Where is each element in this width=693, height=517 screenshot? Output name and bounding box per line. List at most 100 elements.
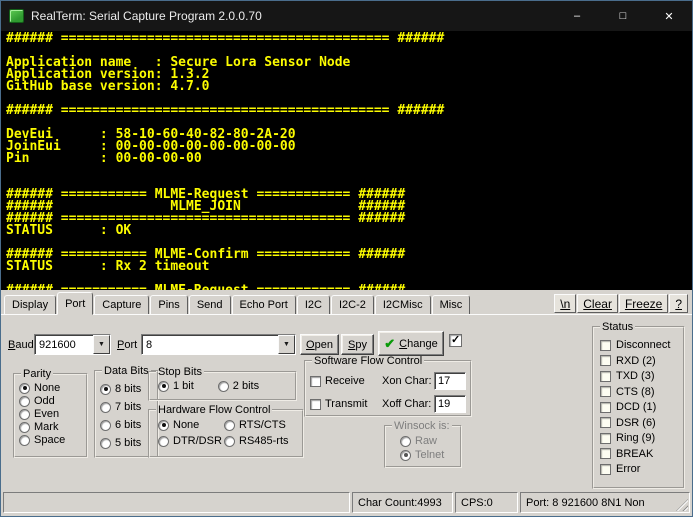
radio-indicator [400, 436, 411, 447]
tab-display[interactable]: Display [4, 295, 56, 314]
stop-bits-legend: Stop Bits [156, 366, 204, 378]
clear-button[interactable]: Clear [577, 294, 618, 313]
change-button-label: Change [399, 338, 438, 350]
status-item-break: BREAK [600, 448, 679, 460]
radio-indicator [19, 396, 30, 407]
status-item-label: DSR (6) [616, 417, 656, 429]
parity-mark-radio[interactable]: Mark [19, 421, 82, 433]
parity-odd-radio[interactable]: Odd [19, 395, 82, 407]
tab-port[interactable]: Port [57, 292, 93, 315]
option-label: Telnet [415, 449, 444, 461]
stop-bits-1-radio[interactable]: 1 bit [158, 380, 194, 392]
status-item-txd: TXD (3) [600, 370, 679, 382]
winsock-raw-radio[interactable]: Raw [400, 435, 456, 447]
open-button[interactable]: Open [300, 334, 339, 355]
tab-misc[interactable]: Misc [432, 295, 471, 314]
xon-char-label: Xon Char: [382, 375, 434, 387]
hw-flow-rs485-radio[interactable]: RS485-rts [224, 435, 298, 447]
radio-indicator [19, 383, 30, 394]
status-legend: Status [600, 321, 635, 333]
stop-bits-options: 1 bit 2 bits [154, 379, 291, 392]
tab-echo-port[interactable]: Echo Port [232, 295, 296, 314]
status-item-disconnect: Disconnect [600, 339, 679, 351]
option-label: None [34, 382, 60, 394]
baud-label: Baud [8, 339, 34, 351]
status-item-ring: Ring (9) [600, 432, 679, 444]
transmit-checkbox[interactable]: Transmit [310, 398, 382, 410]
port-value: 8 [142, 335, 278, 354]
status-item-label: Error [616, 463, 640, 475]
status-item-label: Disconnect [616, 339, 670, 351]
tab-capture[interactable]: Capture [94, 295, 149, 314]
data-bits-5-radio[interactable]: 5 bits [100, 437, 153, 449]
radio-indicator [400, 450, 411, 461]
software-flow-group: Software Flow Control Receive Xon Char: … [304, 355, 472, 417]
data-bits-7-radio[interactable]: 7 bits [100, 401, 153, 413]
xon-char-input[interactable] [434, 372, 466, 390]
port-select[interactable]: 8 ▼ [141, 334, 296, 355]
led-indicator [600, 340, 611, 351]
parity-none-radio[interactable]: None [19, 382, 82, 394]
radio-indicator [19, 422, 30, 433]
led-indicator [600, 386, 611, 397]
winsock-telnet-radio[interactable]: Telnet [400, 449, 456, 461]
parity-space-radio[interactable]: Space [19, 434, 82, 446]
check-icon: ✔ [384, 339, 395, 349]
newline-button[interactable]: \n [554, 294, 576, 313]
terminal-output: ###### =================================… [6, 33, 692, 290]
tab-i2cmisc[interactable]: I2CMisc [375, 295, 431, 314]
minimize-icon[interactable]: – [554, 1, 600, 31]
close-icon[interactable]: ✕ [646, 1, 692, 31]
baud-select[interactable]: 921600 ▼ [34, 334, 111, 355]
terminal-display[interactable]: ###### =================================… [1, 31, 692, 290]
radio-indicator [158, 381, 169, 392]
tab-send[interactable]: Send [189, 295, 231, 314]
option-label: 8 bits [115, 383, 141, 395]
status-item-rxd: RXD (2) [600, 355, 679, 367]
title-bar[interactable]: RealTerm: Serial Capture Program 2.0.0.7… [1, 1, 692, 31]
checkbox-indicator [310, 376, 321, 387]
radio-indicator [100, 384, 111, 395]
led-indicator [600, 355, 611, 366]
help-button[interactable]: ? [669, 294, 688, 313]
baud-dropdown-icon[interactable]: ▼ [93, 335, 110, 354]
freeze-button[interactable]: Freeze [619, 294, 668, 313]
status-bar: Char Count:4993 CPS:0 Port: 8 921600 8N1… [1, 490, 692, 516]
option-label: 1 bit [173, 380, 194, 392]
xoff-char-label: Xoff Char: [382, 398, 434, 410]
option-label: Even [34, 408, 59, 420]
hw-flow-none-radio[interactable]: None [158, 419, 224, 431]
port-dropdown-icon[interactable]: ▼ [278, 335, 295, 354]
tab-i2c-2[interactable]: I2C-2 [331, 295, 374, 314]
cps-counter: CPS:0 [455, 492, 518, 513]
hw-flow-dtrdsr-radio[interactable]: DTR/DSR [158, 435, 224, 447]
maximize-icon[interactable]: □ [600, 1, 646, 31]
status-item-label: DCD (1) [616, 401, 656, 413]
option-label: 2 bits [233, 380, 259, 392]
spy-button[interactable]: Spy [341, 334, 374, 355]
parity-even-radio[interactable]: Even [19, 408, 82, 420]
port-open-checkbox[interactable] [449, 334, 462, 347]
data-bits-8-radio[interactable]: 8 bits [100, 383, 153, 395]
port-settings-panel: Baud 921600 ▼ Port 8 ▼ Open Spy ✔ Change… [1, 314, 692, 490]
xoff-char-input[interactable] [434, 395, 466, 413]
winsock-group: Winsock is: Raw Telnet [384, 420, 462, 468]
resize-grip[interactable] [676, 499, 688, 511]
change-button[interactable]: ✔ Change [378, 331, 444, 356]
status-item-error: Error [600, 463, 679, 475]
stop-bits-2-radio[interactable]: 2 bits [218, 380, 259, 392]
radio-indicator [100, 420, 111, 431]
data-bits-6-radio[interactable]: 6 bits [100, 419, 153, 431]
receive-checkbox[interactable]: Receive [310, 375, 382, 387]
status-item-label: CTS (8) [616, 386, 655, 398]
status-item-cts: CTS (8) [600, 386, 679, 398]
tab-i2c[interactable]: I2C [297, 295, 330, 314]
tab-pins[interactable]: Pins [150, 295, 187, 314]
option-label: Space [34, 434, 65, 446]
hw-flow-rtscts-radio[interactable]: RTS/CTS [224, 419, 298, 431]
app-icon [9, 9, 24, 23]
option-label: 6 bits [115, 419, 141, 431]
radio-indicator [158, 420, 169, 431]
option-label: Odd [34, 395, 55, 407]
realterm-window: RealTerm: Serial Capture Program 2.0.0.7… [0, 0, 693, 517]
